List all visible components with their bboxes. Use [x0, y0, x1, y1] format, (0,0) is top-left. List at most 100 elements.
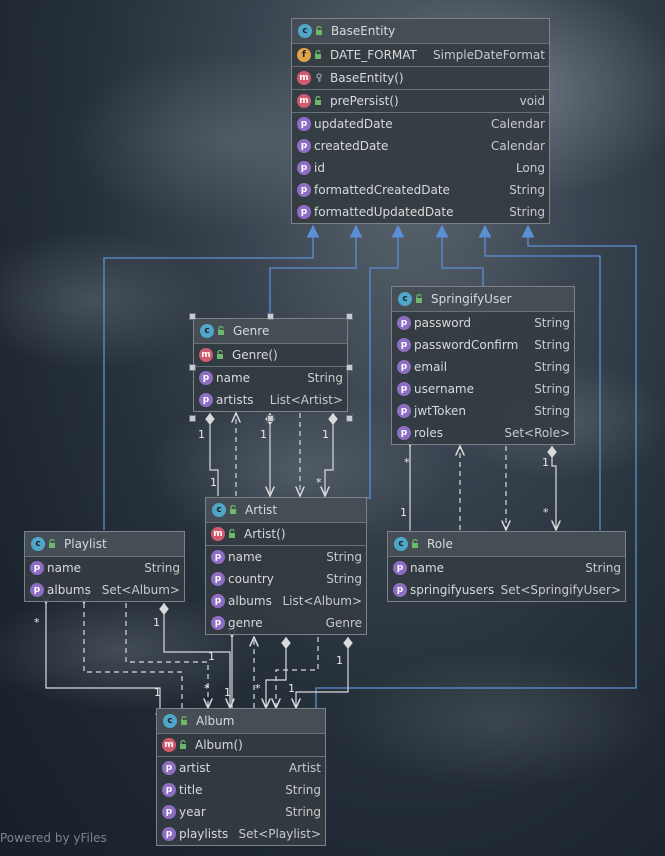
property-row[interactable]: p name String: [194, 367, 347, 389]
property-row[interactable]: p roles Set<Role>: [392, 422, 574, 444]
selection-handle[interactable]: [267, 313, 274, 320]
class-icon: c: [394, 537, 408, 551]
property-row[interactable]: p formattedUpdatedDate String: [292, 201, 549, 223]
class-header-playlist: c Playlist: [25, 532, 184, 557]
constructor-row[interactable]: m Genre(): [194, 344, 347, 366]
property-icon: p: [397, 382, 411, 396]
property-row[interactable]: p albums List<Album>: [206, 590, 366, 612]
constructor-row[interactable]: m Artist(): [206, 523, 366, 545]
class-node-role[interactable]: c Role p name String p springifyusers Set<Sp…: [387, 531, 626, 602]
property-icon: p: [397, 426, 411, 440]
constructors-section: m Album(): [157, 734, 325, 757]
method-icon: m: [211, 527, 225, 541]
property-row[interactable]: p springifyusers Set<SpringifyUser>: [388, 579, 625, 601]
property-icon: p: [297, 117, 311, 131]
property-icon: p: [162, 783, 176, 797]
property-row[interactable]: p name String: [206, 546, 366, 568]
property-row[interactable]: p title String: [157, 779, 325, 801]
selection-handle[interactable]: [189, 364, 196, 371]
properties-section: p name String p artists List<Artist>: [194, 367, 347, 411]
property-icon: p: [297, 183, 311, 197]
method-row[interactable]: m prePersist() void: [292, 90, 549, 112]
selection-handle[interactable]: [189, 313, 196, 320]
property-icon: p: [211, 550, 225, 564]
selection-handle[interactable]: [267, 415, 274, 422]
constructor-row[interactable]: m BaseEntity(): [292, 67, 549, 89]
public-lock-icon: [180, 716, 190, 726]
property-type: String: [585, 561, 621, 575]
class-node-artist[interactable]: c Artist m Artist() p name String p country…: [205, 497, 367, 635]
property-row[interactable]: p username String: [392, 378, 574, 400]
property-row[interactable]: p genre Genre: [206, 612, 366, 634]
property-row[interactable]: p updatedDate Calendar: [292, 113, 549, 135]
class-node-base-entity[interactable]: c BaseEntity f DATE_FORMAT SimpleDateFor…: [291, 18, 550, 224]
constructors-section: m Genre(): [194, 344, 347, 367]
property-name: artists: [216, 393, 254, 407]
property-type: Set<Role>: [504, 426, 570, 440]
class-icon: c: [200, 324, 214, 338]
selection-handle[interactable]: [189, 415, 196, 422]
public-lock-icon: [314, 50, 324, 60]
property-row[interactable]: p passwordConfirm String: [392, 334, 574, 356]
property-name: artist: [179, 761, 211, 775]
method-type: void: [519, 94, 545, 108]
property-row[interactable]: p albums Set<Album>: [25, 579, 184, 601]
field-row[interactable]: f DATE_FORMAT SimpleDateFormat: [292, 44, 549, 66]
property-name: name: [216, 371, 251, 385]
class-node-springify-user[interactable]: c SpringifyUser p password String p passwor…: [391, 286, 575, 445]
property-row[interactable]: p id Long: [292, 157, 549, 179]
constructors-section: m BaseEntity(): [292, 67, 549, 90]
class-title: Role: [427, 537, 453, 551]
watermark: Powered by yFiles: [0, 831, 107, 845]
property-type: String: [534, 338, 570, 352]
public-lock-icon: [415, 294, 425, 304]
property-row[interactable]: p createdDate Calendar: [292, 135, 549, 157]
property-name: passwordConfirm: [414, 338, 519, 352]
property-name: password: [414, 316, 471, 330]
property-row[interactable]: p password String: [392, 312, 574, 334]
public-lock-icon: [411, 539, 421, 549]
property-row[interactable]: p name String: [388, 557, 625, 579]
property-row[interactable]: p email String: [392, 356, 574, 378]
field-type: SimpleDateFormat: [433, 48, 545, 62]
property-type: Set<SpringifyUser>: [500, 583, 621, 597]
class-node-album[interactable]: c Album m Album() p artist Artist p title St…: [156, 708, 326, 846]
property-name: name: [228, 550, 263, 564]
property-row[interactable]: p playlists Set<Playlist>: [157, 823, 325, 845]
property-type: String: [144, 561, 180, 575]
property-name: playlists: [179, 827, 229, 841]
public-lock-icon: [216, 350, 226, 360]
selection-handle[interactable]: [346, 313, 353, 320]
property-type: Calendar: [491, 117, 545, 131]
property-name: name: [410, 561, 445, 575]
property-type: String: [509, 183, 545, 197]
property-row[interactable]: p country String: [206, 568, 366, 590]
class-header-role: c Role: [388, 532, 625, 557]
property-row[interactable]: p artists List<Artist>: [194, 389, 347, 411]
property-row[interactable]: p formattedCreatedDate String: [292, 179, 549, 201]
property-icon: p: [211, 594, 225, 608]
method-icon: m: [297, 94, 311, 108]
property-row[interactable]: p jwtToken String: [392, 400, 574, 422]
property-name: title: [179, 783, 203, 797]
property-row[interactable]: p year String: [157, 801, 325, 823]
selection-handle[interactable]: [346, 415, 353, 422]
class-icon: c: [398, 292, 412, 306]
property-icon: p: [30, 561, 44, 575]
selection-handle[interactable]: [346, 364, 353, 371]
property-row[interactable]: p artist Artist: [157, 757, 325, 779]
property-icon: p: [211, 572, 225, 586]
property-row[interactable]: p name String: [25, 557, 184, 579]
protected-key-icon: [314, 73, 324, 83]
property-name: updatedDate: [314, 117, 393, 131]
property-type: List<Album>: [282, 594, 362, 608]
class-node-playlist[interactable]: c Playlist p name String p albums Set<Album>: [24, 531, 185, 602]
fields-section: f DATE_FORMAT SimpleDateFormat: [292, 44, 549, 67]
public-lock-icon: [229, 505, 239, 515]
public-lock-icon: [228, 529, 238, 539]
class-node-genre[interactable]: c Genre m Genre() p name String p artists Li…: [193, 318, 348, 412]
class-title: SpringifyUser: [431, 292, 512, 306]
property-name: email: [414, 360, 448, 374]
constructor-row[interactable]: m Album(): [157, 734, 325, 756]
property-icon: p: [30, 583, 44, 597]
